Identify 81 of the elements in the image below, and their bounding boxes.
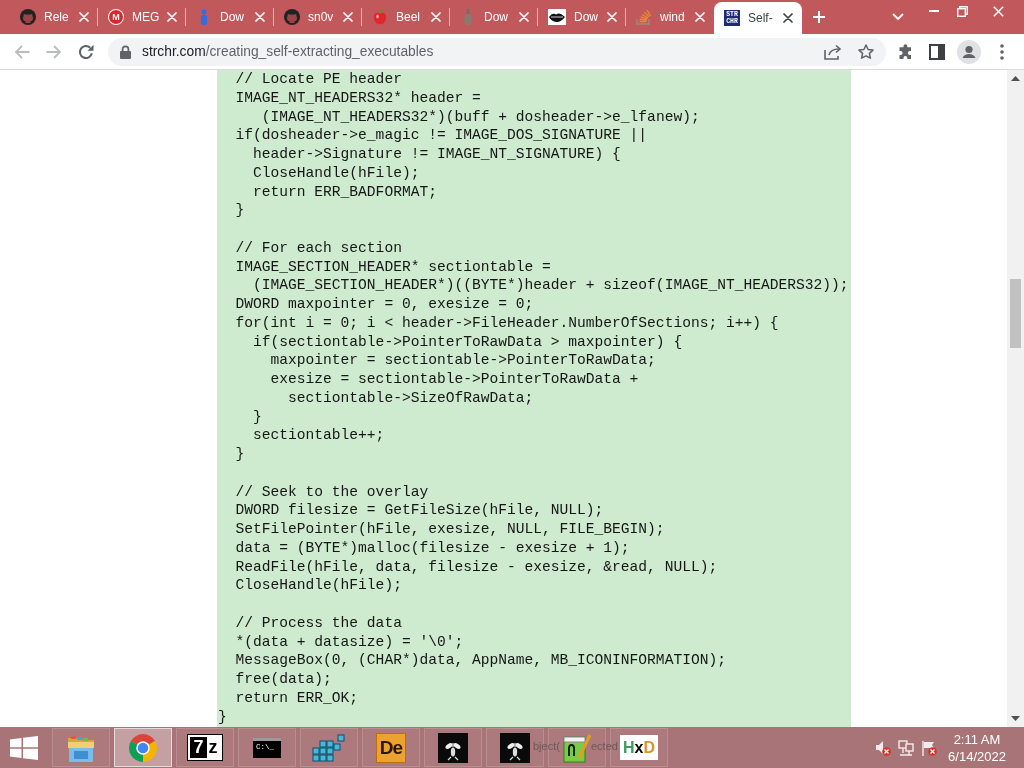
address-bar[interactable]: strchr.com/creating_self-extracting_executables [108, 37, 886, 66]
tab[interactable]: Beel [362, 0, 450, 34]
code-line: SetFilePointer(hFile, exesize, NULL, FILE_BEGIN); [235, 520, 665, 539]
code-line: (IMAGE_SECTION_HEADER*)((BYTE*)header + sizeof(IMAGE_NT_HEADERS32)); [253, 276, 849, 295]
browser-icon [129, 733, 157, 762]
tab[interactable]: M MEG [98, 0, 186, 34]
tab[interactable]: Rele [10, 0, 98, 34]
code-line: sectiontable++; [253, 426, 385, 445]
code-line: maxpointer = sectiontable->PointerToRawData; [270, 351, 656, 370]
figure-icon [200, 9, 208, 25]
speaker-icon[interactable] [875, 739, 891, 756]
star-icon[interactable] [858, 43, 874, 60]
code-line: return ERR_OK; [235, 688, 359, 708]
code-line: return ERR_BADFORMAT; [253, 182, 437, 202]
code-line: data = (BYTE*)malloc(filesize - exesize + 1); [235, 538, 630, 558]
code-line: IMAGE_NT_HEADERS32* header = [235, 88, 481, 108]
tab[interactable]: wind [626, 0, 714, 34]
tab[interactable]: sn0v [274, 0, 362, 34]
code-line: } [218, 707, 227, 727]
lips-icon [548, 9, 566, 25]
code-line: // Locate PE header [235, 70, 402, 89]
taskbar-button[interactable] [424, 728, 482, 767]
notepad-icon [562, 732, 592, 763]
code-line: *(data + datasize) = '\0'; [235, 632, 464, 652]
code-line: sectiontable->SizeOfRawData; [288, 388, 534, 408]
cubes-icon [312, 733, 346, 762]
cat-silhouette-icon [20, 9, 36, 25]
clock-time: 2:11 AM [953, 730, 1001, 748]
cat-silhouette-icon [284, 9, 300, 25]
share-icon[interactable] [824, 43, 842, 60]
code-line: // Process the data [235, 613, 402, 633]
tab[interactable]: Dow [538, 0, 626, 34]
code-line: header->Signature != IMAGE_NT_SIGNATURE) { [253, 145, 621, 164]
network-icon[interactable] [898, 739, 914, 756]
letter-logo: HxD [620, 735, 658, 760]
code-line: } [253, 407, 262, 427]
code-line: // Seek to the overlay [235, 482, 429, 502]
code-line: CloseHandle(hFile); [253, 163, 420, 183]
chevron-down-icon[interactable] [892, 13, 904, 21]
avatar-icon[interactable] [957, 39, 981, 64]
insect-icon [438, 732, 468, 763]
code-line: free(data); [235, 670, 332, 689]
code-line: } [235, 201, 245, 220]
code-line: DWORD filesize = GetFileSize(hFile, NULL); [235, 501, 604, 520]
code-line: } [235, 445, 245, 464]
tab[interactable]: Dow [450, 0, 538, 34]
faded-label: bject( [533, 740, 560, 753]
clock-date: 6/14/2022 [948, 747, 1006, 765]
stacked-bars-icon [636, 9, 652, 25]
flag-icon[interactable] [921, 739, 937, 756]
reload-icon[interactable] [78, 43, 94, 60]
scroll-up-icon[interactable] [1011, 76, 1020, 81]
scrollbar-thumb[interactable] [1010, 279, 1021, 348]
scroll-down-icon[interactable] [1011, 716, 1020, 721]
lock-icon[interactable] [120, 44, 131, 59]
code-line: if(dosheader->e_magic != IMAGE_DOS_SIGNATURE || [235, 126, 648, 145]
scrollbar[interactable] [1007, 70, 1024, 727]
plus-icon[interactable] [812, 10, 826, 24]
code-line: CloseHandle(hFile); [235, 576, 402, 595]
code-line: MessageBox(0, (CHAR*)data, AppName, MB_ICONINFORMATION); [235, 651, 726, 670]
code-line: // For each section [235, 238, 402, 258]
letter-logo: De [376, 732, 406, 763]
code-line: if(sectiontable->PointerToRawData > maxpointer) { [253, 332, 683, 352]
taskbar-button[interactable]: De [362, 728, 420, 767]
sidebar-icon[interactable] [929, 43, 945, 60]
puzzle-icon[interactable] [898, 43, 914, 60]
apple-icon [372, 9, 388, 25]
insect-icon [500, 732, 530, 763]
code-line: IMAGE_SECTION_HEADER* sectiontable = [235, 257, 551, 277]
tab[interactable]: Dow [186, 0, 274, 34]
code-line: DWORD maxpointer = 0, exesize = 0; [235, 295, 534, 314]
letter-logo: M [108, 9, 124, 25]
code-line: ReadFile(hFile, data, filesize - exesize, &read, NULL); [235, 557, 718, 577]
code-line: exesize = sectiontable->PointerToRawData + [270, 370, 639, 389]
restore-icon[interactable] [956, 5, 968, 17]
code-line: for(int i = 0; i < header->FileHeader.NumberOfSections; i++) { [235, 313, 779, 333]
start-icon[interactable] [10, 735, 38, 760]
menu-icon[interactable] [1000, 43, 1004, 60]
bottle-icon [464, 9, 472, 25]
close-icon[interactable] [783, 13, 793, 23]
code-line: (IMAGE_NT_HEADERS32*)(buff + dosheader->e_lfanew); [261, 107, 700, 127]
